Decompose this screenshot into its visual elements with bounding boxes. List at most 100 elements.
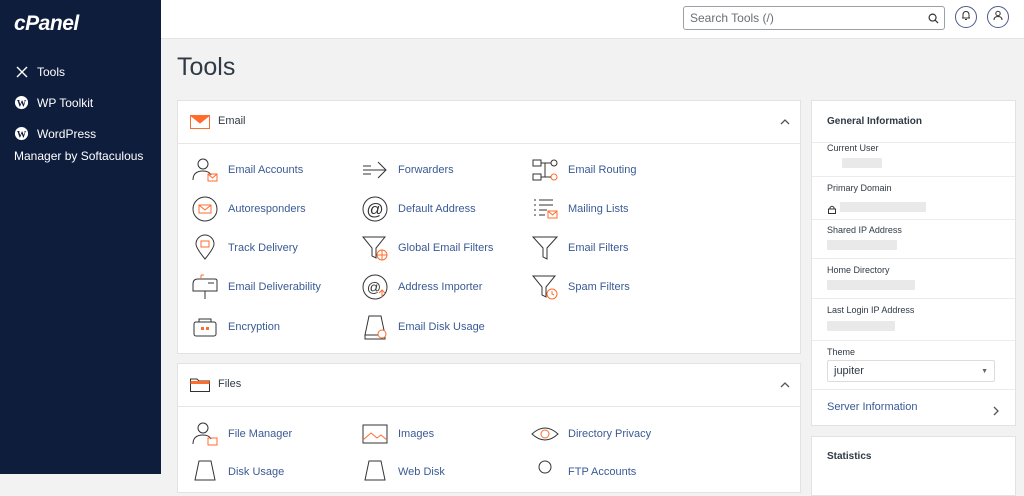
tool-label: FTP Accounts	[568, 466, 637, 478]
theme-label: Theme	[827, 347, 856, 357]
tool-label: File Manager	[228, 428, 293, 440]
files-panel-header[interactable]: Files	[178, 364, 800, 407]
tool-label: Default Address	[398, 203, 476, 215]
current-user-label: Current User	[827, 143, 879, 153]
shared-ip-label: Shared IP Address	[827, 225, 902, 235]
chevron-up-icon[interactable]	[780, 377, 790, 395]
disk-usage-icon	[360, 312, 390, 342]
last-login-label: Last Login IP Address	[827, 305, 915, 315]
tool-label: Email Disk Usage	[398, 321, 485, 333]
tool-autoresponders[interactable]: Autoresponders	[190, 194, 306, 224]
tool-label: Email Routing	[568, 164, 637, 176]
chevron-up-icon[interactable]	[780, 114, 790, 132]
tool-label: Email Deliverability	[228, 281, 321, 293]
folder-icon	[190, 378, 210, 397]
svg-text:W: W	[17, 130, 27, 140]
tool-label: Mailing Lists	[568, 203, 629, 215]
search-icon[interactable]	[922, 13, 944, 24]
sidebar-item-tools[interactable]: Tools	[14, 64, 65, 83]
filter-icon	[530, 233, 560, 263]
tool-forwarders[interactable]: Forwarders	[360, 155, 454, 185]
home-dir-value	[827, 280, 915, 290]
tool-label: Autoresponders	[228, 203, 306, 215]
mailing-lists-icon	[530, 194, 560, 224]
tool-label: Spam Filters	[568, 281, 630, 293]
tool-web-disk[interactable]: Web Disk	[360, 457, 445, 487]
tool-label: Forwarders	[398, 164, 454, 176]
user-menu-button[interactable]	[987, 6, 1009, 28]
tool-ftp-accounts[interactable]: FTP Accounts	[530, 457, 636, 487]
tool-spam-filters[interactable]: Spam Filters	[530, 272, 630, 302]
tool-disk-usage[interactable]: Disk Usage	[190, 457, 284, 487]
page-title: Tools	[177, 53, 236, 81]
top-bar	[161, 0, 1024, 39]
web-disk-icon	[360, 457, 390, 487]
shared-ip-value	[827, 240, 897, 250]
wordpress-icon: W	[14, 95, 29, 110]
search-input[interactable]	[684, 9, 922, 27]
tool-label: Email Filters	[568, 242, 629, 254]
spam-filter-icon	[530, 272, 560, 302]
theme-select[interactable]: jupiter ▼	[827, 360, 995, 382]
email-accounts-icon	[190, 155, 220, 185]
tool-email-accounts[interactable]: Email Accounts	[190, 155, 303, 185]
tool-label: Email Accounts	[228, 164, 304, 176]
sidebar-item-wp-toolkit[interactable]: W WP Toolkit	[14, 95, 93, 114]
image-icon	[360, 419, 390, 449]
tool-email-filters[interactable]: Email Filters	[530, 233, 629, 263]
email-routing-icon	[530, 155, 560, 185]
sidebar-item-label: WP Toolkit	[37, 96, 94, 110]
tool-mailing-lists[interactable]: Mailing Lists	[530, 194, 629, 224]
statistics-title: Statistics	[827, 451, 872, 462]
sidebar-item-label: WordPress Manager by Softaculous	[14, 127, 144, 163]
general-info-panel: General Information Current User Primary…	[811, 100, 1016, 426]
disk-usage-icon	[190, 457, 220, 487]
file-manager-icon	[190, 419, 220, 449]
theme-value: jupiter	[834, 365, 864, 377]
server-information-link[interactable]: Server Information	[827, 401, 917, 413]
tool-label: Images	[398, 428, 435, 440]
location-pin-icon	[190, 233, 220, 263]
sidebar-item-wordpress-manager[interactable]: W WordPress Manager by Softaculous	[14, 126, 154, 167]
chevron-right-icon[interactable]	[992, 403, 1000, 421]
envelope-icon	[190, 115, 210, 134]
tool-track-delivery[interactable]: Track Delivery	[190, 233, 298, 263]
tool-label: Global Email Filters	[398, 242, 494, 254]
tool-email-deliverability[interactable]: Email Deliverability	[190, 272, 321, 302]
primary-domain-value	[840, 202, 926, 212]
tool-images[interactable]: Images	[360, 419, 434, 449]
tool-address-importer[interactable]: @ Address Importer	[360, 272, 482, 302]
eye-icon	[530, 419, 560, 449]
server-info-label: Server Information	[827, 401, 918, 413]
encryption-icon	[190, 312, 220, 342]
caret-down-icon: ▼	[981, 368, 988, 375]
tool-file-manager[interactable]: File Manager	[190, 419, 292, 449]
tool-label: Disk Usage	[228, 466, 285, 478]
notifications-button[interactable]	[955, 6, 977, 28]
last-login-value	[827, 321, 895, 331]
primary-domain-label: Primary Domain	[827, 183, 892, 193]
tool-directory-privacy[interactable]: Directory Privacy	[530, 419, 651, 449]
home-dir-label: Home Directory	[827, 265, 890, 275]
sidebar: cPanel Tools W WP Toolkit W WordPress Ma…	[0, 0, 161, 474]
email-panel-title: Email	[218, 115, 246, 127]
ftp-accounts-icon	[530, 457, 560, 487]
email-panel-header[interactable]: Email	[178, 101, 800, 144]
svg-text:W: W	[17, 99, 27, 109]
sidebar-item-label: Tools	[37, 65, 66, 79]
at-sign-icon: @	[360, 194, 390, 224]
tool-default-address[interactable]: @ Default Address	[360, 194, 476, 224]
tools-icon	[14, 64, 29, 79]
mailbox-icon	[190, 272, 220, 302]
tool-email-routing[interactable]: Email Routing	[530, 155, 636, 185]
files-panel-title: Files	[218, 378, 242, 390]
search-box	[683, 6, 945, 30]
tool-label: Track Delivery	[228, 242, 298, 254]
tool-encryption[interactable]: Encryption	[190, 312, 280, 342]
tool-email-disk-usage[interactable]: Email Disk Usage	[360, 312, 485, 342]
statistics-panel: Statistics	[811, 436, 1016, 496]
svg-text:@: @	[366, 200, 383, 219]
cpanel-logo[interactable]: cPanel	[14, 12, 79, 36]
at-import-icon: @	[360, 272, 390, 302]
tool-global-email-filters[interactable]: Global Email Filters	[360, 233, 493, 263]
